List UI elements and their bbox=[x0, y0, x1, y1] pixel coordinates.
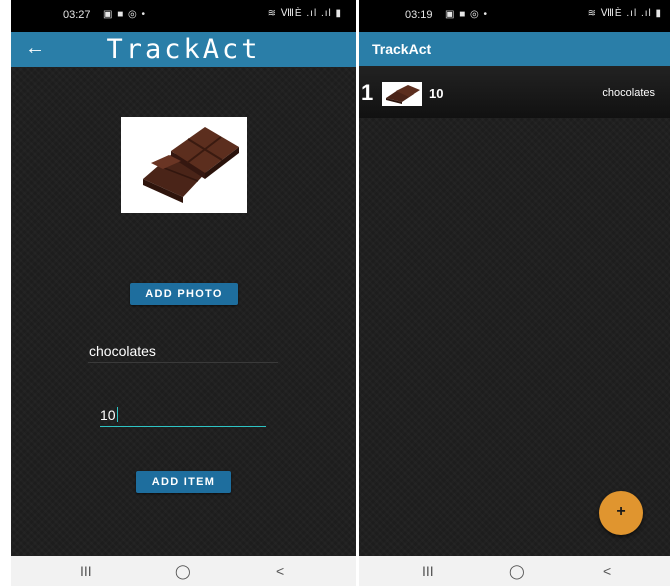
back-icon[interactable]: < bbox=[603, 563, 611, 579]
list-item-index: 1 bbox=[361, 80, 374, 105]
list-item-thumbnail bbox=[382, 82, 422, 106]
app-title: TrackAct bbox=[372, 41, 432, 57]
system-nav-bar: III ◯ < bbox=[359, 556, 670, 586]
list-item-name: chocolates bbox=[602, 87, 655, 99]
signal-battery-icons: ≋ ⅧÈ .ıl .ıl ▮ bbox=[267, 8, 342, 19]
chocolate-image-icon bbox=[143, 127, 239, 203]
home-icon[interactable]: ◯ bbox=[175, 563, 191, 580]
status-bar: 03:19 ▣ ■ ◎ • ≋ ⅧÈ .ıl .ıl ▮ bbox=[359, 0, 670, 32]
status-time: 03:27 bbox=[63, 9, 91, 21]
system-nav-bar: III ◯ < bbox=[11, 556, 356, 586]
signal-battery-icons: ≋ ⅧÈ .ıl .ıl ▮ bbox=[587, 8, 662, 19]
list-item-quantity: 10 bbox=[429, 86, 444, 101]
notification-icons: ▣ ■ ◎ • bbox=[445, 9, 489, 20]
add-item-button[interactable]: ADD ITEM bbox=[136, 471, 231, 493]
status-time: 03:19 bbox=[405, 9, 433, 21]
chocolate-image-icon bbox=[386, 85, 420, 104]
recents-icon[interactable]: III bbox=[422, 563, 434, 579]
add-photo-button[interactable]: ADD PHOTO bbox=[130, 283, 238, 305]
quantity-value: 10 bbox=[100, 407, 116, 423]
item-name-value: chocolates bbox=[89, 343, 156, 359]
notification-icons: ▣ ■ ◎ • bbox=[103, 9, 147, 20]
status-bar: 03:27 ▣ ■ ◎ • ≋ ⅧÈ .ıl .ıl ▮ bbox=[11, 0, 356, 32]
item-photo bbox=[121, 117, 247, 213]
item-list-screen: 03:19 ▣ ■ ◎ • ≋ ⅧÈ .ıl .ıl ▮ TrackAct 1 … bbox=[359, 0, 670, 586]
text-cursor bbox=[116, 407, 118, 422]
home-icon[interactable]: ◯ bbox=[509, 563, 525, 580]
list-content: 1 10 chocolates + bbox=[359, 66, 670, 556]
add-item-fab[interactable]: + bbox=[599, 491, 643, 535]
add-item-screen: 03:27 ▣ ■ ◎ • ≋ ⅧÈ .ıl .ıl ▮ ← TrackAct … bbox=[11, 0, 356, 586]
app-bar: TrackAct bbox=[359, 32, 670, 66]
item-name-field[interactable]: chocolates bbox=[88, 341, 278, 363]
back-icon[interactable]: < bbox=[276, 563, 284, 579]
list-item[interactable]: 1 10 chocolates bbox=[359, 66, 670, 118]
quantity-field[interactable]: 10 bbox=[100, 405, 266, 427]
form-content: ADD PHOTO chocolates 10 ADD ITEM bbox=[11, 67, 356, 556]
recents-icon[interactable]: III bbox=[80, 563, 92, 579]
app-bar: ← TrackAct bbox=[11, 32, 356, 67]
app-title: TrackAct bbox=[106, 34, 261, 65]
